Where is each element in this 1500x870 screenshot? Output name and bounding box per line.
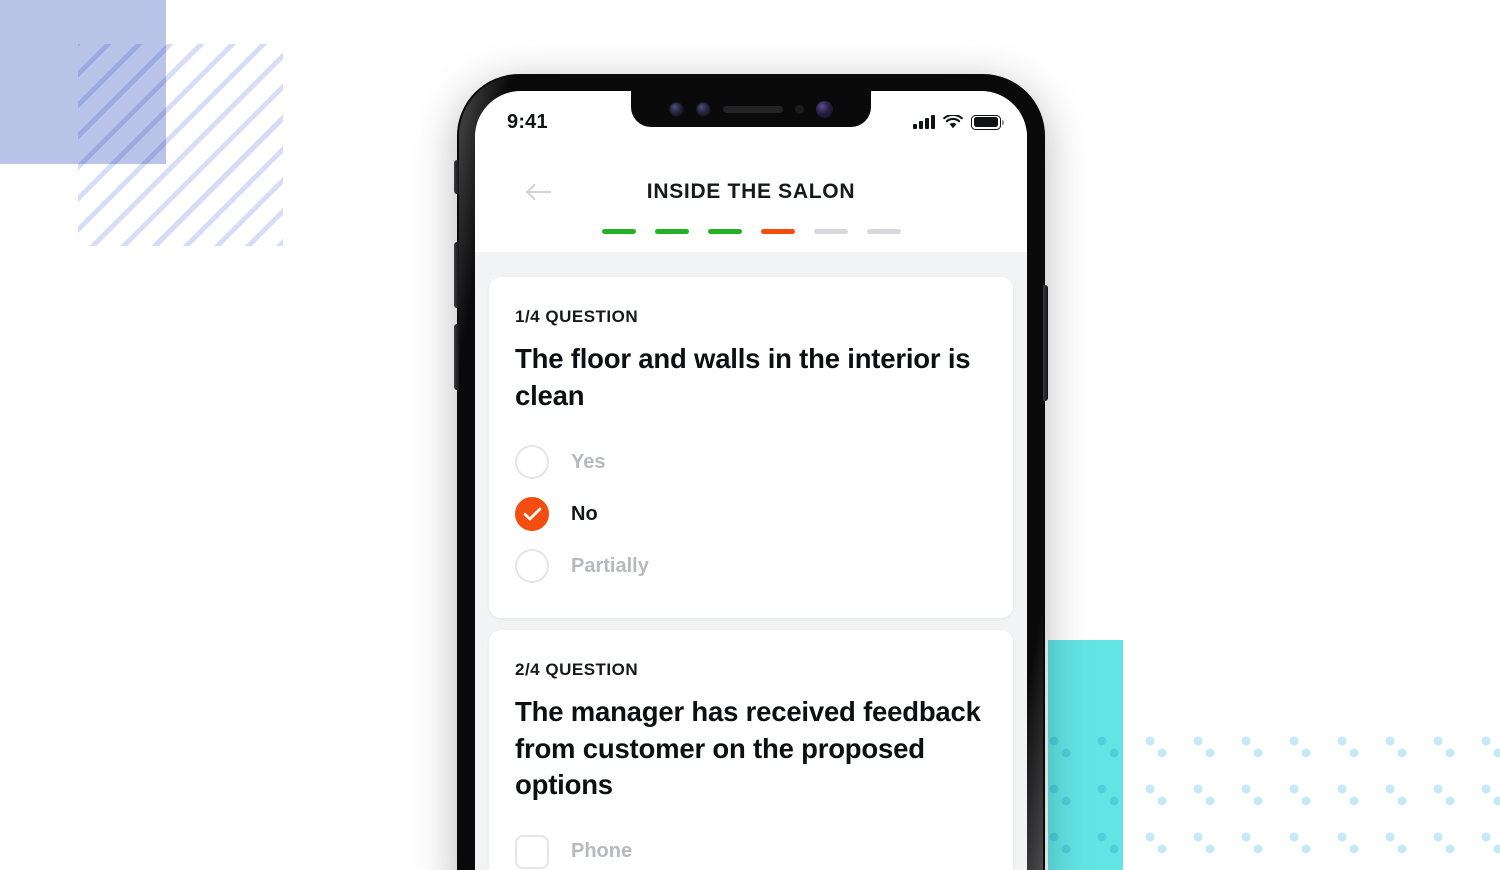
status-icons: [913, 109, 1005, 130]
checkbox-unchecked[interactable]: [515, 834, 549, 869]
radio-unchecked[interactable]: [515, 549, 549, 584]
silent-switch-button[interactable]: [454, 160, 459, 194]
volume-down-button[interactable]: [454, 324, 459, 390]
app-header: INSIDE THE SALON: [475, 147, 1027, 252]
option-row[interactable]: Partially: [515, 540, 987, 592]
wifi-icon: [943, 114, 963, 128]
progress-step-5: [813, 229, 848, 234]
volume-up-button[interactable]: [454, 242, 459, 308]
question-list[interactable]: 1/4 QUESTION The floor and walls in the i…: [475, 269, 1027, 870]
radio-unchecked[interactable]: [515, 445, 549, 480]
power-button[interactable]: [1043, 285, 1048, 401]
back-arrow-icon[interactable]: [523, 177, 553, 207]
proximity-sensor-icon: [795, 104, 804, 114]
phone-notch: [631, 91, 871, 127]
option-label: Partially: [571, 554, 649, 577]
flood-illuminator-icon: [696, 101, 711, 117]
phone-mockup: 9:41 INSIDE THE SALON 1/4 QUESTION The f…: [454, 74, 1048, 870]
decor-diagonal-stripes-square: [78, 44, 283, 246]
radio-checked[interactable]: [515, 497, 549, 532]
question-card: 2/4 QUESTION The manager has received fee…: [489, 630, 1013, 870]
option-label: No: [571, 502, 598, 525]
decor-dot-grid: [1048, 735, 1500, 870]
question-index-label: 1/4 QUESTION: [515, 307, 639, 326]
battery-full-icon: [971, 114, 1005, 130]
status-time: 9:41: [507, 110, 548, 133]
progress-step-3: [707, 229, 742, 234]
progress-step-6: [866, 229, 901, 234]
canvas: 9:41 INSIDE THE SALON 1/4 QUESTION The f…: [0, 0, 1500, 870]
question-index-label: 2/4 QUESTION: [515, 660, 639, 680]
option-row[interactable]: Phone: [515, 826, 987, 870]
option-label: Yes: [571, 450, 606, 473]
cellular-signal-icon: [913, 115, 935, 129]
infrared-camera-icon: [669, 101, 684, 117]
front-camera-icon: [816, 100, 833, 118]
progress-step-4: [760, 229, 795, 234]
header-row: INSIDE THE SALON: [475, 175, 1027, 209]
earpiece-speaker-icon: [723, 105, 783, 113]
check-icon: [523, 507, 541, 521]
phone-screen: 9:41 INSIDE THE SALON 1/4 QUESTION The f…: [475, 91, 1027, 870]
option-row[interactable]: No: [515, 488, 987, 540]
question-text: The floor and walls in the interior is c…: [515, 343, 971, 411]
option-label: Phone: [571, 840, 633, 863]
progress-step-2: [654, 229, 689, 234]
page-title: INSIDE THE SALON: [646, 180, 856, 203]
progress-step-1: [601, 229, 636, 234]
progress-step-indicator: [475, 229, 1027, 234]
option-row[interactable]: Yes: [515, 436, 987, 488]
question-text: The manager has received feedback from c…: [515, 696, 981, 801]
question-card: 1/4 QUESTION The floor and walls in the i…: [489, 277, 1013, 619]
